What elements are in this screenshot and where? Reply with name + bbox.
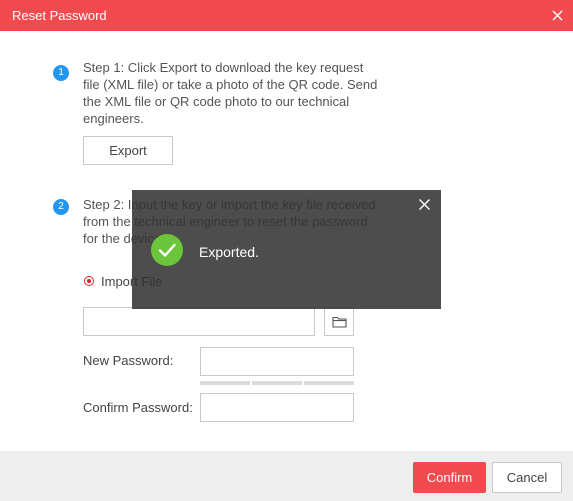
confirm-button[interactable]: Confirm bbox=[413, 462, 486, 493]
confirm-password-field[interactable] bbox=[200, 393, 354, 422]
dialog-title: Reset Password bbox=[12, 8, 107, 23]
step-1-badge: 1 bbox=[53, 65, 69, 81]
dialog-footer bbox=[0, 451, 573, 501]
folder-icon bbox=[332, 315, 347, 331]
import-file-radio[interactable] bbox=[84, 276, 94, 286]
step-1-line: engineers. bbox=[83, 111, 144, 126]
toast-message: Exported. bbox=[199, 244, 259, 260]
close-icon[interactable] bbox=[551, 9, 564, 22]
toast-close-icon[interactable] bbox=[418, 198, 431, 211]
checkmark-icon bbox=[151, 234, 183, 266]
step-1-instructions: Step 1: Click Export to download the key… bbox=[83, 59, 383, 127]
confirm-password-label: Confirm Password: bbox=[83, 400, 193, 415]
new-password-label: New Password: bbox=[83, 353, 174, 368]
strength-bar-strong bbox=[304, 381, 354, 385]
step-1-line: file (XML file) or take a photo of the Q… bbox=[83, 77, 378, 92]
step-1-line: Step 1: Click Export to download the key… bbox=[83, 60, 364, 75]
step-1-line: the XML file or QR code photo to our tec… bbox=[83, 94, 350, 109]
step-2-badge: 2 bbox=[53, 199, 69, 215]
dialog-title-bar: Reset Password bbox=[0, 0, 573, 31]
new-password-field[interactable] bbox=[200, 347, 354, 376]
browse-folder-button[interactable] bbox=[324, 307, 354, 336]
strength-bar-weak bbox=[200, 381, 250, 385]
file-path-input[interactable] bbox=[83, 307, 315, 336]
cancel-button[interactable]: Cancel bbox=[492, 462, 562, 493]
export-toast: Exported. bbox=[132, 190, 441, 309]
export-button[interactable]: Export bbox=[83, 136, 173, 165]
strength-bar-medium bbox=[252, 381, 302, 385]
